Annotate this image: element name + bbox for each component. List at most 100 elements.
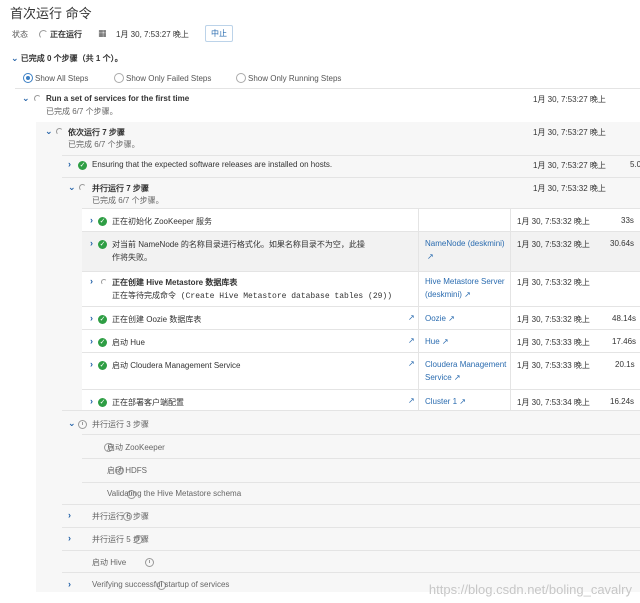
step-duration: 16.24s — [610, 397, 635, 406]
hover-row — [82, 231, 640, 271]
ensure-step-name: Ensuring that the expected software rele… — [92, 160, 333, 169]
par3-step[interactable]: ⌄ — [68, 418, 76, 429]
page-title: 首次运行 命令 — [10, 6, 92, 21]
step-name: 正在初始化 ZooKeeper 服务 — [112, 217, 213, 226]
external-link-icon[interactable]: ↗ — [408, 336, 415, 345]
step-target-link-line2[interactable]: Service ↗ — [425, 373, 461, 382]
step-name: 正在部署客户端配置 — [112, 398, 184, 407]
step-create-oozie[interactable]: › — [90, 313, 93, 323]
step-target-link-line2[interactable]: (deskmini) ↗ — [425, 290, 471, 299]
step-time: 1月 30, 7:53:33 晚上 — [517, 361, 590, 370]
step-target-link[interactable]: Oozie ↗ — [425, 314, 455, 323]
chevron-right-icon: › — [90, 238, 93, 248]
chevron-down-icon: ⌄ — [22, 93, 30, 103]
step-time: 1月 30, 7:53:34 晚上 — [517, 398, 590, 407]
root-step-name: Run a set of services for the first time — [46, 94, 190, 103]
ensure-step[interactable]: › — [68, 159, 71, 169]
external-link-icon[interactable]: ↗ — [408, 313, 415, 322]
step-time: 1月 30, 7:53:32 晚上 — [517, 240, 590, 249]
root-step[interactable]: ⌄ — [22, 93, 30, 104]
external-link-icon[interactable]: ↗ — [459, 397, 466, 406]
par3-step-name: 并行运行 3 步骤 — [92, 420, 149, 429]
seq-step-progress: 已完成 6/7 个步骤。 — [68, 140, 140, 149]
step-duration: 20.1s — [615, 360, 635, 369]
step-duration: 17.46s — [612, 337, 637, 346]
verify-step[interactable]: › — [68, 579, 71, 589]
par3-child: 启动 HDFS — [107, 466, 147, 475]
external-link-icon[interactable]: ↗ — [408, 359, 415, 368]
chevron-right-icon: › — [68, 510, 71, 520]
chevron-down-icon: ⌄ — [45, 126, 53, 136]
status-value: 正在运行 — [50, 30, 82, 39]
running-spinner-icon — [56, 128, 63, 135]
ensure-step-time: 1月 30, 7:53:27 晚上 — [533, 161, 606, 170]
step-name: 启动 Cloudera Management Service — [112, 361, 241, 370]
chevron-right-icon: › — [90, 359, 93, 369]
radio-selected-icon — [23, 73, 33, 83]
abort-button[interactable]: 中止 — [205, 25, 233, 42]
chevron-right-icon: › — [90, 396, 93, 406]
step-format-namenode[interactable]: › — [90, 238, 93, 248]
chevron-right-icon: › — [68, 533, 71, 543]
step-duration: 33s — [621, 216, 634, 225]
radio-icon — [114, 73, 124, 83]
start-time: 1月 30, 7:53:27 晚上 — [116, 30, 189, 39]
filter-all-steps[interactable]: Show All Steps — [23, 73, 88, 83]
step-duration: 48.14s — [612, 314, 637, 323]
step-target-link[interactable]: Hive Metastore Server — [425, 277, 505, 286]
summary[interactable]: ⌄ 已完成 0 个步骤（共 1 个）。 — [11, 53, 123, 64]
external-link-icon[interactable]: ↗ — [442, 337, 449, 346]
par3-child: 启动 ZooKeeper — [107, 443, 165, 452]
status-label: 状态 — [12, 30, 28, 39]
external-link-icon[interactable]: ↗ — [448, 314, 455, 323]
external-link-icon[interactable]: ↗ — [454, 373, 461, 382]
summary-text: 已完成 0 个步骤（共 1 个）。 — [20, 54, 123, 63]
external-link-icon[interactable]: ↗ — [464, 290, 471, 299]
success-check-icon: ✓ — [98, 398, 107, 407]
external-link-icon[interactable]: ↗ — [408, 396, 415, 405]
step-start-hue[interactable]: › — [90, 336, 93, 346]
seq-step[interactable]: ⌄ — [45, 126, 53, 137]
step-duration: 30.64s — [610, 239, 635, 248]
external-link-icon[interactable]: ↗ — [427, 252, 434, 261]
par6-step[interactable]: › — [68, 510, 71, 520]
chevron-down-icon: ⌄ — [68, 182, 76, 192]
chevron-right-icon: › — [68, 579, 71, 589]
root-step-progress: 已完成 6/7 个步骤。 — [46, 107, 118, 116]
step-name: 启动 Hue — [112, 338, 145, 347]
running-spinner-icon — [34, 95, 41, 102]
step-target-link[interactable]: Hue ↗ — [425, 337, 449, 346]
filter-running-steps[interactable]: Show Only Running Steps — [236, 73, 341, 83]
par3-child: Validating the Hive Metastore schema — [107, 489, 242, 498]
watermark: https://blog.csdn.net/boling_cavalry — [428, 582, 632, 597]
success-check-icon: ✓ — [98, 240, 107, 249]
success-check-icon: ✓ — [98, 338, 107, 347]
running-spinner-icon — [79, 184, 86, 191]
step-name: 正在创建 Oozie 数据库表 — [112, 315, 202, 324]
step-create-hive-metastore[interactable]: › — [90, 276, 93, 286]
chevron-right-icon: › — [68, 159, 71, 169]
chevron-down-icon: ⌄ — [68, 418, 76, 428]
step-target-link[interactable]: NameNode (deskmini) — [425, 239, 505, 248]
step-time: 1月 30, 7:53:32 晚上 — [517, 217, 590, 226]
par5-step[interactable]: › — [68, 533, 71, 543]
tail-step-name: Verifying successful startup of services — [92, 580, 230, 589]
tail-step-name: 并行运行 6 步骤 — [92, 512, 149, 521]
seq-step-time: 1月 30, 7:53:27 晚上 — [533, 128, 606, 137]
success-check-icon: ✓ — [98, 361, 107, 370]
par7-step[interactable]: ⌄ — [68, 182, 76, 193]
step-target-link[interactable]: Cluster 1 ↗ — [425, 397, 466, 406]
ensure-step-duration: 5.0 — [630, 160, 640, 169]
radio-icon — [236, 73, 246, 83]
step-start-cms[interactable]: › — [90, 359, 93, 369]
chevron-right-icon: › — [90, 336, 93, 346]
chevron-right-icon: › — [90, 215, 93, 225]
tail-step-name: 并行运行 5 步骤 — [92, 535, 149, 544]
running-spinner-icon — [39, 30, 48, 39]
par7-step-name: 并行运行 7 步骤 — [92, 184, 149, 193]
step-deploy-client-config[interactable]: › — [90, 396, 93, 406]
step-init-zookeeper[interactable]: › — [90, 215, 93, 225]
seq-step-name: 依次运行 7 步骤 — [68, 128, 125, 137]
step-target-link[interactable]: Cloudera Management — [425, 360, 506, 369]
filter-failed-steps[interactable]: Show Only Failed Steps — [114, 73, 211, 83]
